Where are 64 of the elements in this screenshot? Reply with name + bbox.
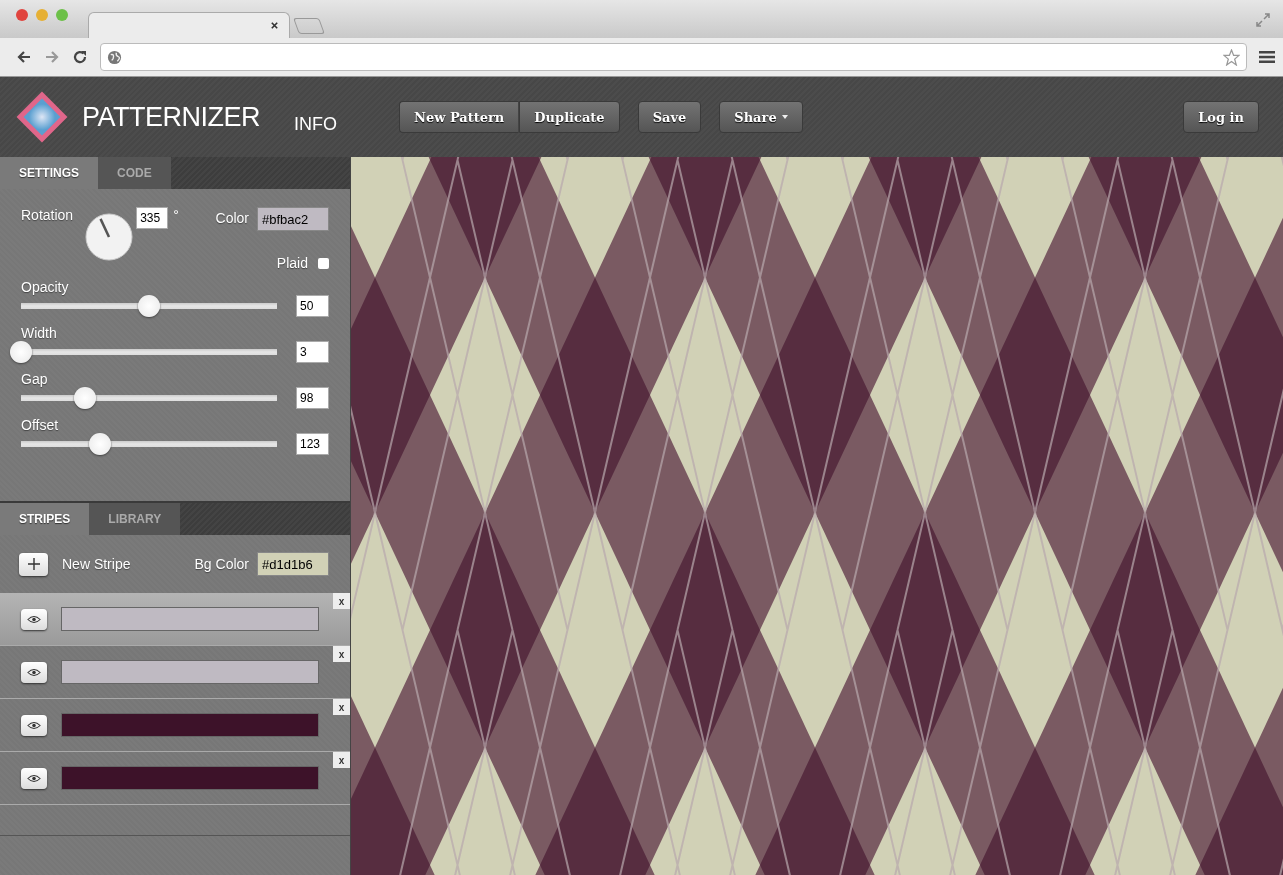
slider-label: Gap bbox=[21, 371, 49, 387]
add-stripe-button[interactable] bbox=[19, 552, 48, 576]
panel-tab[interactable]: SETTINGS bbox=[0, 157, 98, 189]
delete-stripe-button[interactable]: x bbox=[333, 646, 350, 662]
stripe-color-swatch[interactable] bbox=[61, 660, 319, 684]
forward-icon[interactable] bbox=[44, 49, 60, 65]
reload-icon[interactable] bbox=[72, 49, 88, 65]
eye-icon bbox=[27, 720, 41, 730]
panel-tab[interactable]: STRIPES bbox=[0, 503, 90, 535]
stripe-row[interactable]: x bbox=[0, 699, 350, 752]
toolbar-button[interactable]: New Pattern bbox=[399, 101, 520, 133]
menu-icon[interactable] bbox=[1259, 50, 1275, 64]
slider-value-input[interactable]: 123 bbox=[296, 433, 329, 455]
slider-value-input[interactable]: 3 bbox=[296, 341, 329, 363]
slider-value-input[interactable]: 50 bbox=[296, 295, 329, 317]
login-button[interactable]: Log in bbox=[1183, 101, 1259, 133]
stripe-row[interactable]: x bbox=[0, 646, 350, 699]
color-input[interactable]: #bfbac2 bbox=[257, 207, 329, 231]
slider-value-input[interactable]: 98 bbox=[296, 387, 329, 409]
close-icon[interactable] bbox=[270, 21, 279, 30]
plaid-label: Plaid bbox=[276, 255, 308, 271]
close-window-icon[interactable] bbox=[16, 9, 28, 21]
slider-thumb[interactable] bbox=[138, 295, 160, 317]
star-icon[interactable] bbox=[1223, 48, 1240, 66]
stripe-color-swatch[interactable] bbox=[61, 607, 319, 631]
slider-label: Opacity bbox=[21, 279, 70, 295]
delete-stripe-button[interactable]: x bbox=[333, 699, 350, 715]
globe-icon bbox=[107, 49, 122, 65]
stripe-color-swatch[interactable] bbox=[61, 766, 319, 790]
bg-color-input[interactable]: #d1d1b6 bbox=[257, 552, 329, 576]
slider-label: Offset bbox=[21, 417, 60, 433]
slider-thumb[interactable] bbox=[10, 341, 32, 363]
slider-label: Width bbox=[21, 325, 58, 341]
degree-symbol: ° bbox=[173, 207, 179, 223]
app-logo-text: PATTERNIZER bbox=[82, 101, 260, 134]
rotation-input[interactable]: 335 bbox=[136, 207, 169, 229]
slider-thumb[interactable] bbox=[74, 387, 96, 409]
rotation-label: Rotation bbox=[21, 207, 74, 223]
delete-stripe-button[interactable]: x bbox=[333, 752, 350, 768]
eye-icon bbox=[27, 614, 41, 624]
logo-icon bbox=[14, 89, 70, 145]
toolbar-button[interactable]: Duplicate bbox=[519, 101, 620, 133]
plaid-checkbox[interactable] bbox=[318, 257, 329, 269]
delete-stripe-button[interactable]: x bbox=[333, 593, 350, 609]
stripe-color-swatch[interactable] bbox=[61, 713, 319, 737]
color-label: Color bbox=[215, 210, 249, 226]
fullscreen-icon[interactable] bbox=[1255, 12, 1271, 28]
toolbar-button[interactable]: Share bbox=[719, 101, 803, 133]
info-link[interactable]: INFO bbox=[294, 113, 337, 135]
bg-color-label: Bg Color bbox=[194, 556, 249, 572]
visibility-button[interactable] bbox=[21, 608, 47, 630]
visibility-button[interactable] bbox=[21, 714, 47, 736]
back-icon[interactable] bbox=[16, 49, 32, 65]
stripe-row[interactable]: x bbox=[0, 752, 350, 805]
stripe-row[interactable]: x bbox=[0, 593, 350, 646]
toolbar-button[interactable]: Save bbox=[637, 101, 702, 133]
eye-icon bbox=[27, 773, 41, 783]
slider-thumb[interactable] bbox=[89, 433, 112, 455]
visibility-button[interactable] bbox=[21, 661, 47, 683]
visibility-button[interactable] bbox=[21, 767, 47, 789]
eye-icon bbox=[27, 667, 41, 677]
new-stripe-label: New Stripe bbox=[62, 556, 131, 572]
plus-icon bbox=[27, 558, 40, 570]
rotation-knob[interactable] bbox=[85, 213, 134, 261]
